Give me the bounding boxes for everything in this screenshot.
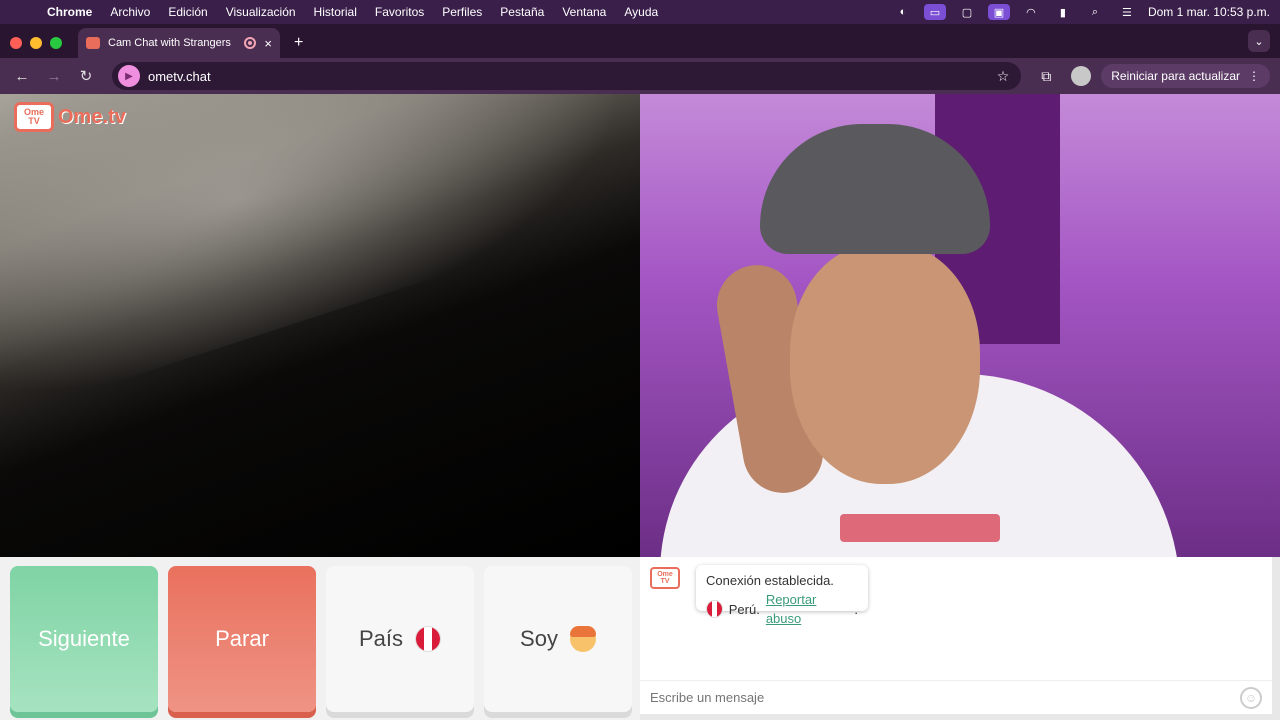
star-icon[interactable]: ☆ [997, 68, 1010, 85]
battery-icon[interactable]: ▮ [1052, 4, 1074, 20]
controls-panel: Siguiente Parar País Soy [0, 557, 640, 720]
menu-ventana[interactable]: Ventana [553, 5, 615, 19]
menu-archivo[interactable]: Archivo [101, 5, 159, 19]
chat-ometv-icon: Ome TV [650, 567, 680, 589]
gender-button[interactable]: Soy [484, 566, 632, 712]
menu-edicion[interactable]: Edición [159, 5, 216, 19]
tab-search-button[interactable]: ⌄ [1248, 30, 1270, 52]
menu-ayuda[interactable]: Ayuda [615, 5, 667, 19]
menu-bar: Chrome Archivo Edición Visualización His… [0, 0, 1280, 24]
screen-share-icon[interactable]: ▭ [923, 4, 946, 20]
recording-icon [244, 37, 257, 49]
status-area: ◐ ▭ ▢ ▣ ◠ ▮ ⌕ ☰ Dom 1 mar. 10:53 p.m. [892, 4, 1270, 20]
gender-label: Soy [520, 626, 558, 651]
connection-status: Conexión establecida. [706, 573, 834, 588]
boy-face-icon [569, 626, 596, 652]
update-button[interactable]: Reiniciar para actualizar ⋮ [1101, 64, 1270, 88]
menu-visualizacion[interactable]: Visualización [217, 5, 305, 19]
country-label: País [358, 626, 404, 651]
chat-panel: Ome TV Conexión establecida. Perú. Repor… [640, 557, 1272, 714]
country-row: Perú. Reportar abuso. [706, 590, 858, 628]
wifi-icon[interactable]: ◠ [1020, 4, 1042, 20]
extensions-icon[interactable]: ⧉ [1031, 68, 1061, 85]
clock[interactable]: Dom 1 mar. 10:53 p.m. [1148, 5, 1270, 19]
flag-peru-icon [706, 600, 723, 618]
window-icon[interactable]: ▣ [987, 4, 1010, 20]
country-name: Perú. [728, 601, 760, 617]
tab-ometv[interactable]: Cam Chat with Strangers × [78, 28, 280, 58]
profile-avatar[interactable] [1071, 66, 1092, 86]
url-text[interactable]: ometv.chat [148, 69, 211, 84]
report-abuse-link[interactable]: Reportar abuso [766, 590, 849, 628]
control-center-icon[interactable]: ☰ [1116, 4, 1138, 20]
globe-icon[interactable]: ◐ [892, 4, 914, 20]
reload-icon[interactable]: ↻ [74, 67, 98, 85]
logo-word: Ome.tv [58, 105, 126, 128]
update-button-label: Reiniciar para actualizar [1111, 69, 1240, 83]
more-icon[interactable]: ⋮ [1248, 69, 1260, 83]
tab-close-button[interactable]: × [264, 36, 272, 51]
menu-favoritos[interactable]: Favoritos [366, 5, 433, 19]
search-icon[interactable]: ⌕ [1084, 4, 1106, 20]
chat-icon-bottom: TV [660, 578, 670, 585]
self-video [640, 94, 1280, 557]
new-tab-button[interactable]: + [294, 34, 303, 52]
menu-historial[interactable]: Historial [305, 5, 366, 19]
stop-button[interactable]: Parar [168, 566, 316, 712]
next-button[interactable]: Siguiente [10, 566, 158, 712]
minimize-window-button[interactable] [30, 37, 42, 49]
site-info-icon[interactable]: ▶ [118, 65, 140, 87]
system-message: Conexión establecida. Perú. Reportar abu… [696, 565, 868, 626]
menu-pestana[interactable]: Pestaña [491, 5, 553, 19]
message-bar: ☺ [640, 680, 1272, 714]
window-controls [10, 28, 62, 58]
chat-icon-top: Ome [657, 571, 673, 578]
menu-perfiles[interactable]: Perfiles [433, 5, 491, 19]
person-face [790, 244, 980, 484]
logo-tv-bottom: TV [28, 116, 40, 126]
tab-title: Cam Chat with Strangers [108, 37, 231, 49]
back-icon[interactable]: ← [10, 68, 34, 85]
forward-icon[interactable]: → [42, 68, 66, 85]
browser-toolbar: ← → ↻ ▶ ometv.chat ☆ ⧉ Reiniciar para ac… [0, 58, 1280, 94]
close-window-button[interactable] [10, 37, 22, 49]
address-bar[interactable]: ▶ ometv.chat ☆ [112, 62, 1022, 90]
page-content: Ome TV Ome.tv Siguiente Parar País Soy O… [0, 94, 1280, 720]
ometv-logo[interactable]: Ome TV Ome.tv [14, 102, 126, 132]
tab-favicon-icon [86, 37, 100, 49]
country-button[interactable]: País [326, 566, 474, 712]
stranger-video: Ome TV Ome.tv [0, 94, 640, 557]
flag-peru-icon [415, 626, 442, 652]
menu-app-chrome[interactable]: Chrome [38, 5, 101, 19]
video-haze [0, 94, 640, 418]
display-icon[interactable]: ▢ [956, 4, 978, 20]
message-input[interactable] [650, 690, 1240, 705]
logo-tv-icon: Ome TV [14, 102, 54, 132]
maximize-window-button[interactable] [50, 37, 62, 49]
smiley-icon[interactable]: ☺ [1240, 686, 1262, 709]
tab-bar: Cam Chat with Strangers × + ⌄ [0, 24, 1280, 58]
period: . [854, 601, 858, 617]
shirt-print [840, 514, 1000, 542]
